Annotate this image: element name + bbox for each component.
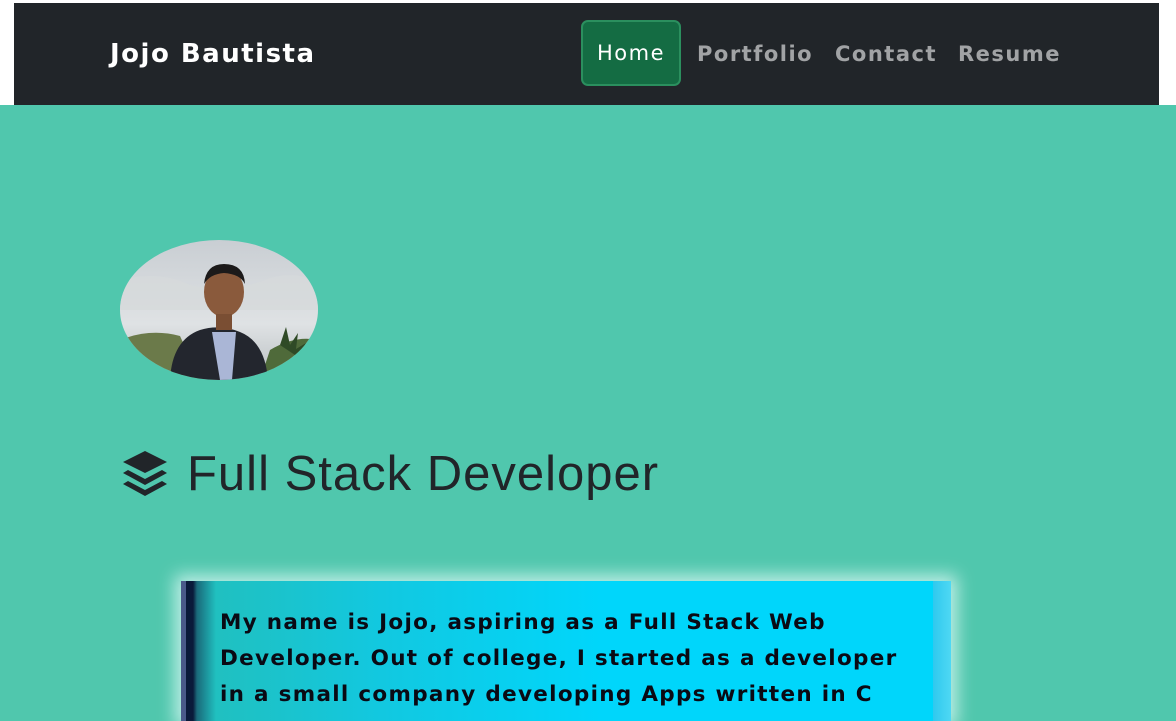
- nav-link-portfolio[interactable]: Portfolio: [697, 39, 813, 69]
- page-title: Full Stack Developer: [187, 447, 660, 501]
- bio-card-right-edge: [933, 581, 951, 721]
- nav-link-resume[interactable]: Resume: [958, 39, 1061, 69]
- bio-text: My name is Jojo, aspiring as a Full Stac…: [220, 610, 898, 707]
- profile-photo-image: [120, 240, 318, 380]
- layer-group-icon: [123, 451, 167, 496]
- window-right-edge: [1159, 0, 1176, 105]
- navbar: Jojo Bautista Home Portfolio Contact Res…: [14, 3, 1159, 105]
- profile-photo: [120, 240, 318, 380]
- bio-card-left-edge: [181, 581, 186, 721]
- nav-link-contact[interactable]: Contact: [835, 39, 937, 69]
- bio-card: My name is Jojo, aspiring as a Full Stac…: [181, 581, 951, 721]
- nav-link-home[interactable]: Home: [581, 20, 681, 86]
- brand-link[interactable]: Jojo Bautista: [110, 37, 316, 71]
- window-left-edge: [0, 0, 14, 105]
